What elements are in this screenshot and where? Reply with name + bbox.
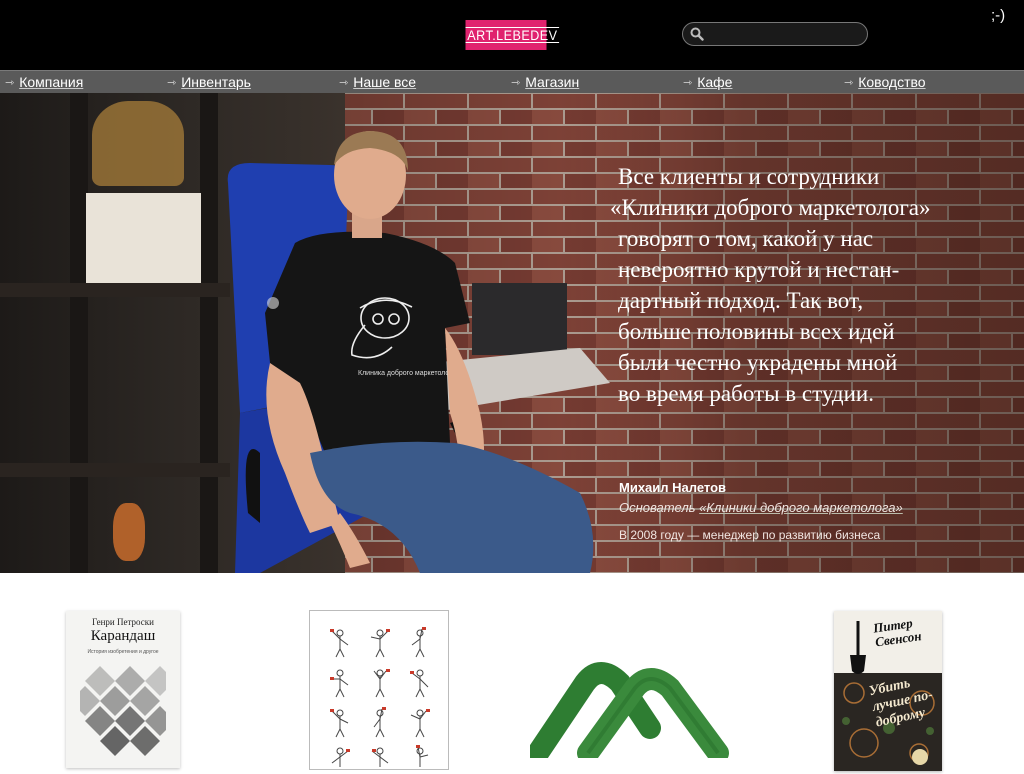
author-role: Основатель «Клиники доброго маркетолога»	[619, 500, 903, 515]
quote-line: были честно украдены мной	[618, 350, 898, 375]
quote-line: Все клиенты и сотрудники	[618, 164, 880, 189]
quote-line: говорят о том, какой у нас	[618, 226, 874, 251]
quote-line: дартный подход. Так вот,	[618, 288, 864, 313]
hero-quote: Все клиенты и сотрудники «Клиники доброг…	[610, 161, 970, 409]
product-book-pencil[interactable]: Генри Петроски Карандаш История изобрете…	[66, 611, 180, 768]
nav-item-label: Кафе	[697, 74, 733, 90]
hero-banner: Клиника доброго маркетолога Все клиенты …	[0, 93, 1024, 573]
nav-item-label: Инвентарь	[181, 74, 251, 90]
nav-item-label: Наше все	[353, 74, 417, 90]
arrow-right-icon: ⇾	[683, 76, 693, 89]
nav-item-label: Ководство	[858, 74, 926, 90]
main-nav: ⇾ Компания ⇾ Инвентарь ⇾ Наше все ⇾ Магазин …	[0, 70, 1024, 93]
smiley-link[interactable]: ;-)	[991, 7, 1005, 24]
pencil-scribble-pattern	[80, 666, 166, 756]
site-logo[interactable]: ART.LEBEDEV	[465, 20, 560, 50]
nav-item-label: Компания	[19, 74, 84, 90]
book-author: Генри Петроски	[92, 617, 154, 627]
quote-line: невероятно крутой и нестан-	[618, 257, 900, 282]
clinic-link[interactable]: «Клиники доброго маркетолога»	[699, 500, 903, 515]
nav-item-company[interactable]: ⇾ Компания	[5, 73, 83, 91]
shelf-post	[70, 93, 88, 573]
book-subtitle: История изобретения и другое	[87, 649, 159, 655]
monitor-shape	[472, 283, 567, 355]
nav-item-cafe[interactable]: ⇾ Кафе	[683, 73, 732, 91]
arrow-right-icon: ⇾	[511, 76, 521, 89]
quote-line: «Клиники доброго маркетолога»	[610, 195, 931, 220]
quote-line: во время работы в студии.	[618, 381, 874, 406]
author-past-role: В 2008 году — менеджер по развитию бизне…	[619, 528, 881, 542]
person-photo: Клиника доброго маркетолога	[227, 131, 610, 573]
orange-figurine	[113, 503, 145, 561]
arrow-right-icon: ⇾	[167, 76, 177, 89]
wooden-figure	[92, 101, 184, 186]
products-strip: Генри Петроски Карандаш История изобрете…	[0, 573, 1024, 771]
nav-item-kovodstvo[interactable]: ⇾ Ководство	[844, 73, 926, 91]
nav-item-shop[interactable]: ⇾ Магазин	[511, 73, 579, 91]
top-bar: ART.LEBEDEV ;-)	[0, 0, 1024, 70]
nav-item-inventory[interactable]: ⇾ Инвентарь	[167, 73, 251, 91]
green-arches-logo[interactable]	[530, 658, 730, 758]
quote-line: больше половины всех идей	[618, 319, 895, 344]
nav-item-our-all[interactable]: ⇾ Наше все	[339, 73, 416, 91]
search-icon	[690, 27, 704, 41]
arrow-right-icon: ⇾	[844, 76, 854, 89]
author-role-prefix: Основатель	[619, 500, 700, 515]
arrow-right-icon: ⇾	[5, 76, 15, 89]
semaphore-figures	[330, 627, 430, 767]
search-input[interactable]	[709, 26, 859, 42]
product-book-svenson[interactable]: Питер Свенсон Убить лучше по-доброму	[834, 611, 942, 771]
product-poster-semaphore[interactable]	[309, 610, 449, 770]
nav-item-label: Магазин	[525, 74, 580, 90]
arrow-right-icon: ⇾	[339, 76, 349, 89]
search-box[interactable]	[682, 22, 868, 46]
book-title: Карандаш	[90, 628, 156, 644]
author-name: Михаил Налетов	[619, 480, 727, 495]
logo-text: ART.LEBEDEV	[465, 27, 560, 43]
tshirt-print-text: Клиника доброго маркетолога	[358, 369, 456, 377]
shovel-icon	[850, 621, 866, 674]
